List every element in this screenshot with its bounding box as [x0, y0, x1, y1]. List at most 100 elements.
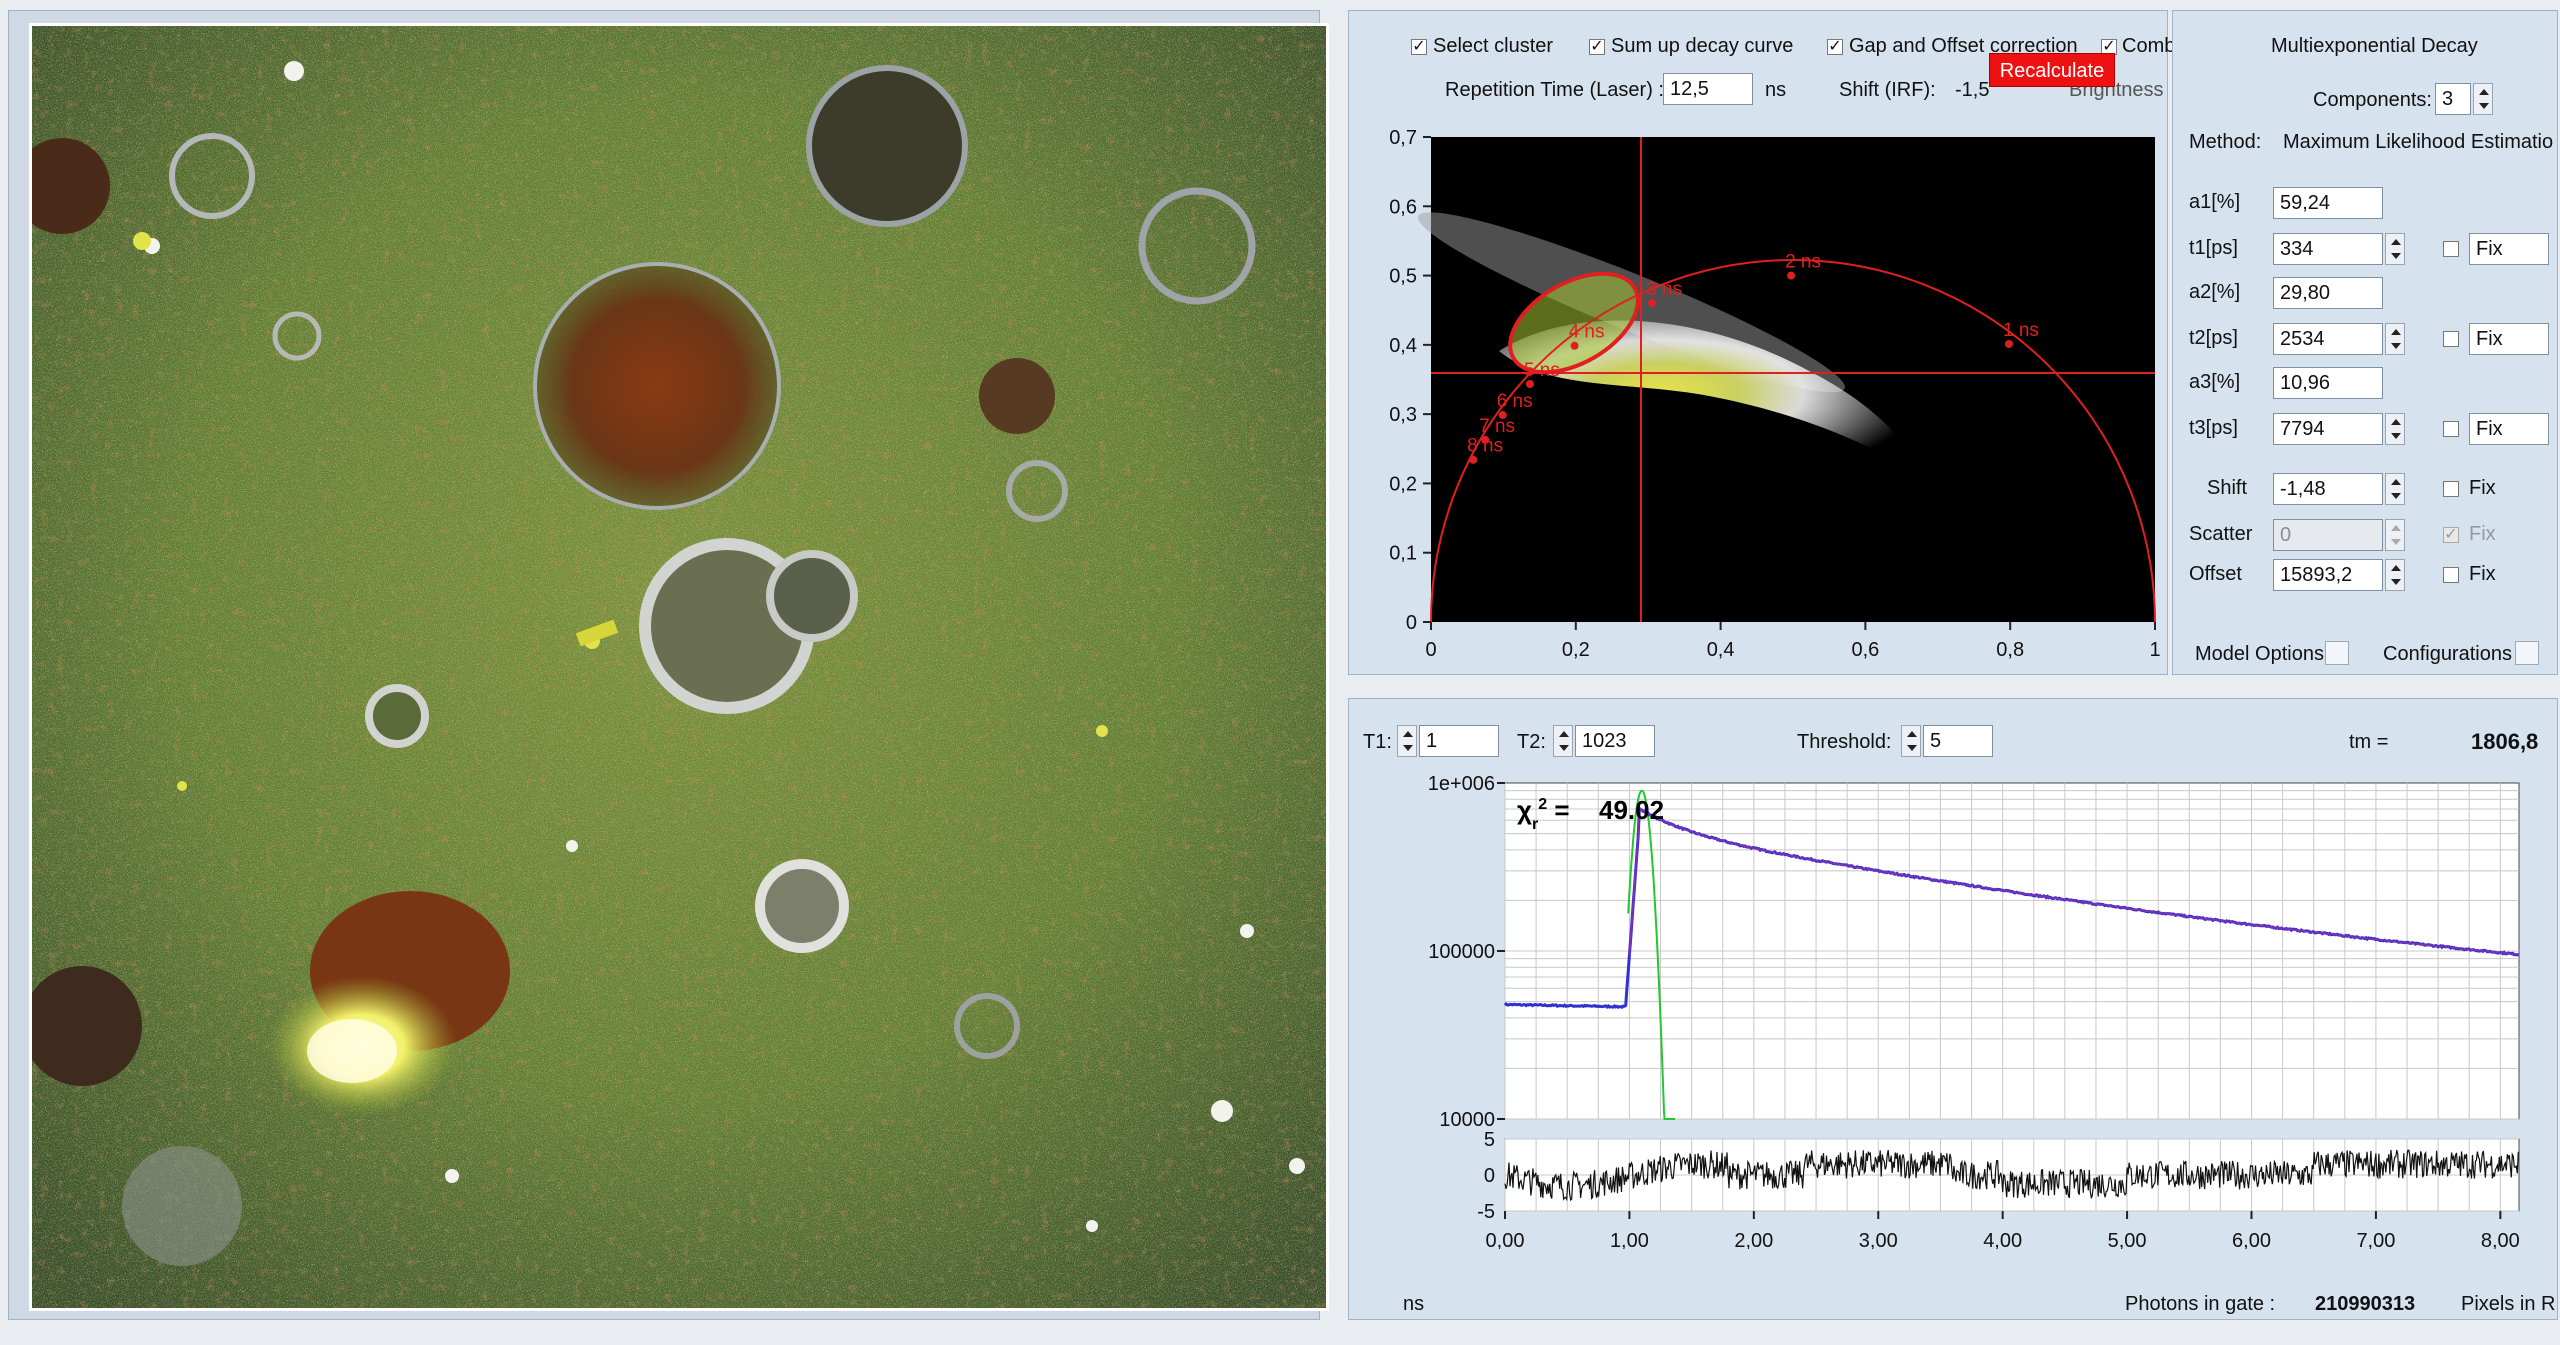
fit-param-input[interactable]: 7794: [2273, 413, 2383, 445]
model-options-button[interactable]: [2325, 641, 2349, 665]
t2-spinner[interactable]: [1553, 725, 1573, 757]
repetition-time-input[interactable]: 12,5: [1663, 73, 1753, 105]
decay-panel: T1: 1 T2: 1023 Threshold: 5 tm = 1806,8 …: [1348, 698, 2558, 1320]
offset-spinner[interactable]: [2385, 559, 2405, 591]
fit-param-label: a2[%]: [2189, 281, 2241, 303]
fit-param-input[interactable]: 334: [2273, 233, 2383, 265]
select-cluster-label: Select cluster: [1433, 35, 1554, 57]
lifetime-marker-label: 3 ns: [1646, 279, 1682, 300]
fit-param-label: a1[%]: [2189, 191, 2241, 213]
phasor-x-tick-label: 0,2: [1562, 639, 1590, 661]
fit-param-label: t1[ps]: [2189, 237, 2238, 259]
fit-param-input[interactable]: 59,24: [2273, 187, 2383, 219]
model-options-label: Model Options: [2195, 643, 2324, 665]
fit-param-input[interactable]: 29,80: [2273, 277, 2383, 309]
shift-label: Shift: [2207, 477, 2248, 499]
decay-x-tick-label: 4,00: [1983, 1230, 2022, 1249]
lifetime-marker: [2004, 339, 2013, 348]
offset-fix-label: Fix: [2469, 563, 2496, 585]
recalculate-button[interactable]: Recalculate: [1989, 53, 2115, 87]
lifetime-marker-label: 2 ns: [1785, 252, 1821, 273]
decay-plot[interactable]: 1e+006 100000 10000 5 0 -5 0,00 1,00 2,00 3,00 4…: [1349, 769, 2557, 1249]
fit-param-input[interactable]: 2534: [2273, 323, 2383, 355]
phasor-y-tick-label: 0,2: [1389, 473, 1417, 495]
lifetime-marker: [1525, 379, 1534, 388]
method-label: Method:: [2189, 131, 2262, 153]
photons-label: Photons in gate :: [2125, 1293, 2276, 1315]
fit-parameters-panel: Multiexponential Decay Components: 3 Met…: [2172, 10, 2558, 675]
gap-offset-checkbox[interactable]: ✓: [1827, 39, 1843, 55]
lifetime-marker-label: 8 ns: [1467, 436, 1503, 457]
phasor-panel: ✓ Select cluster ✓ Sum up decay curve ✓ …: [1348, 10, 2175, 675]
fit-param-spinner[interactable]: [2385, 323, 2405, 355]
residuals-y-tick-label: 5: [1484, 1129, 1495, 1151]
phasor-x-tick-label: 0,8: [1996, 639, 2024, 661]
fit-param-input[interactable]: 10,96: [2273, 367, 2383, 399]
select-cluster-checkbox[interactable]: ✓: [1411, 39, 1427, 55]
threshold-input[interactable]: 5: [1923, 725, 1993, 757]
fit-param-spinner[interactable]: [2385, 233, 2405, 265]
lifetime-marker: [1469, 455, 1478, 464]
lifetime-image-frame[interactable]: [29, 23, 1329, 1311]
lifetime-marker-label: 4 ns: [1569, 322, 1605, 343]
threshold-spinner[interactable]: [1901, 725, 1921, 757]
method-value[interactable]: Maximum Likelihood Estimation: [2283, 131, 2553, 154]
phasor-x-tick-label: 1: [2149, 639, 2160, 661]
phasor-x-tick-label: 0,6: [1851, 639, 1879, 661]
decay-x-tick-label: 5,00: [2108, 1230, 2147, 1249]
sum-up-decay-checkbox[interactable]: ✓: [1589, 39, 1605, 55]
fit-param-fix-checkbox[interactable]: [2443, 421, 2459, 437]
residuals-y-tick-label: -5: [1477, 1201, 1495, 1223]
fit-param-fix-field[interactable]: Fix: [2469, 413, 2549, 445]
repetition-time-label: Repetition Time (Laser) :: [1445, 79, 1664, 101]
components-spinner[interactable]: [2473, 83, 2493, 115]
decay-x-tick-label: 7,00: [2356, 1230, 2395, 1249]
fit-param-fix-checkbox[interactable]: [2443, 241, 2459, 257]
configurations-button[interactable]: [2515, 641, 2539, 665]
shift-fix-label: Fix: [2469, 477, 2496, 499]
fit-param-fix-field[interactable]: Fix: [2469, 233, 2549, 265]
offset-input[interactable]: 15893,2: [2273, 559, 2383, 591]
residuals-y-axis: 5 0 -5: [1477, 1129, 1495, 1223]
fit-param-fix-checkbox[interactable]: [2443, 331, 2459, 347]
threshold-label: Threshold:: [1797, 731, 1892, 753]
decay-x-tick-label: 6,00: [2232, 1230, 2271, 1249]
t1-input[interactable]: 1: [1419, 725, 1499, 757]
scatter-label: Scatter: [2189, 523, 2253, 545]
image-panel: [8, 10, 1329, 1320]
shift-spinner[interactable]: [2385, 473, 2405, 505]
lifetime-marker-label: 5 ns: [1524, 360, 1560, 381]
offset-fix-checkbox[interactable]: [2443, 567, 2459, 583]
components-label: Components:: [2313, 89, 2432, 111]
fit-param-fix-field[interactable]: Fix: [2469, 323, 2549, 355]
decay-y-tick-label: 10000: [1439, 1109, 1495, 1131]
decay-x-tick-label: 8,00: [2481, 1230, 2520, 1249]
scatter-fix-label: Fix: [2469, 523, 2496, 545]
shift-fix-checkbox[interactable]: [2443, 481, 2459, 497]
fit-param-label: t2[ps]: [2189, 327, 2238, 349]
repetition-time-unit: ns: [1765, 79, 1787, 101]
lifetime-marker: [1570, 341, 1579, 350]
decay-y-tick-label: 1e+006: [1428, 773, 1495, 795]
components-input[interactable]: 3: [2435, 83, 2471, 115]
scatter-fix-checkbox: ✓: [2443, 526, 2459, 543]
pixels-label: Pixels in R: [2461, 1293, 2556, 1315]
lifetime-marker-label: 1 ns: [2003, 320, 2039, 341]
lifetime-image[interactable]: [32, 26, 1326, 1308]
phasor-y-tick-label: 0,7: [1389, 127, 1417, 149]
residuals-y-tick-label: 0: [1484, 1165, 1495, 1187]
t2-input[interactable]: 1023: [1575, 725, 1655, 757]
shift-input[interactable]: -1,48: [2273, 473, 2383, 505]
decay-x-tick-label: 3,00: [1859, 1230, 1898, 1249]
irf-shift-value: -1,5: [1955, 79, 1990, 101]
scatter-input: 0: [2273, 519, 2383, 551]
t1-spinner[interactable]: [1397, 725, 1417, 757]
fit-param-spinner[interactable]: [2385, 413, 2405, 445]
phasor-x-tick-label: 0,4: [1707, 639, 1735, 661]
phasor-plot[interactable]: 0,7 0,6 0,5 0,4 0,3 0,2 0,1 0 0 0,2 0,4 0,6 0,8 1 1 …: [1349, 111, 2167, 666]
fit-title: Multiexponential Decay: [2271, 35, 2478, 57]
offset-label: Offset: [2189, 563, 2242, 585]
fit-param-label: a3[%]: [2189, 371, 2241, 393]
decay-y-tick-label: 100000: [1428, 941, 1495, 963]
phasor-y-tick-label: 0,6: [1389, 196, 1417, 218]
